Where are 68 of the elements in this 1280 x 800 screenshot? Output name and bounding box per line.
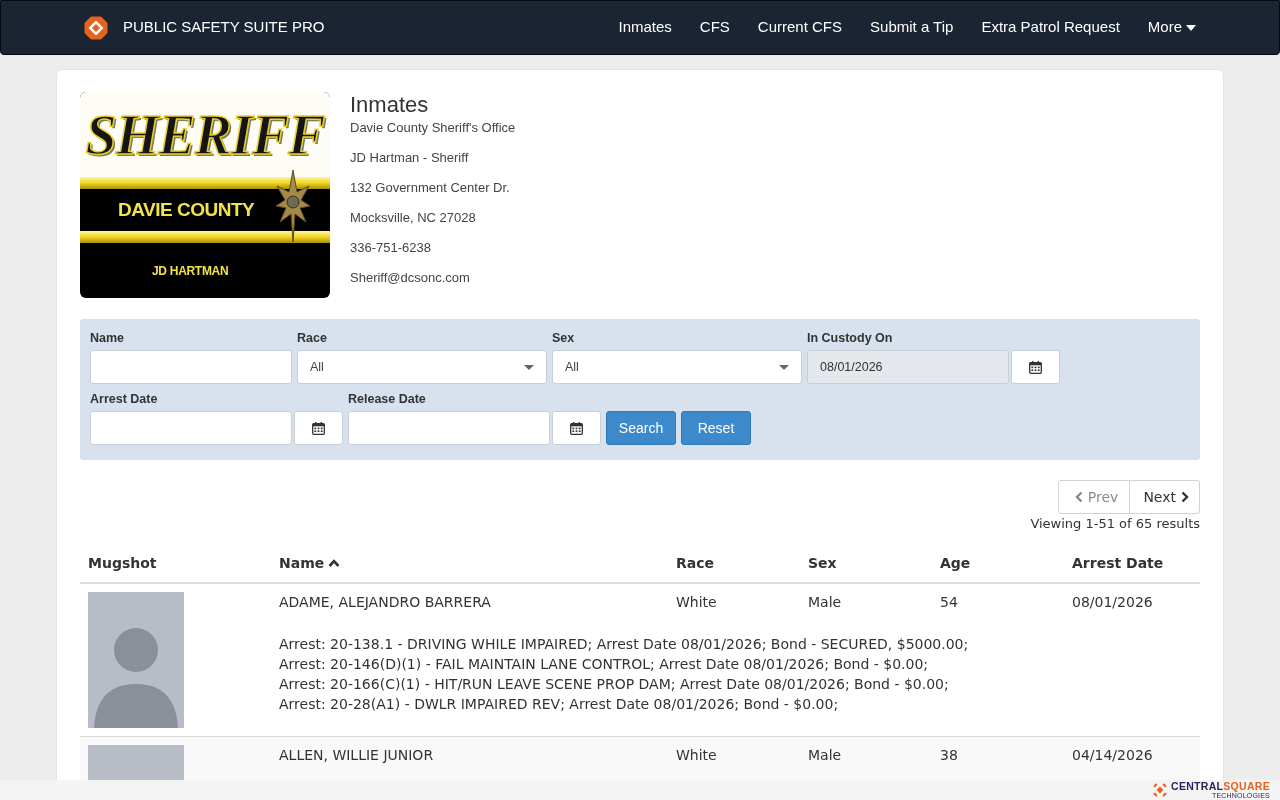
date-field[interactable]: 08/01/2026: [807, 350, 1009, 384]
select-field[interactable]: All: [297, 350, 547, 384]
field-label: Name: [90, 330, 126, 346]
arrest-charge-text: Arrest: 20-166(C)(1) - HIT/RUN LEAVE SCENE PROP DAM; Arrest Date 08/01/2026; Bond - $0.00;: [279, 675, 950, 694]
dropdown-caret-icon: [524, 364, 534, 370]
arrest-charge-text: Arrest: 20-28(A1) - DWLR IMPAIRED REV; Arrest Date 08/01/2026; Bond - $0.00;: [279, 695, 840, 714]
calendar-button[interactable]: [294, 411, 343, 445]
nav-link[interactable]: Extra Patrol Request: [967, 16, 1134, 39]
date-field[interactable]: [348, 411, 550, 445]
select-field[interactable]: All: [552, 350, 802, 384]
calendar-icon: [570, 421, 583, 435]
arrest-date-text: 08/01/2026: [1072, 594, 1153, 610]
action-button[interactable]: Search: [606, 411, 676, 445]
date-field[interactable]: [90, 411, 292, 445]
next-page-button[interactable]: Next: [1130, 480, 1200, 514]
dropdown-caret-icon: [779, 364, 789, 370]
agency-detail-text: Sheriff@dcsonc.com: [350, 269, 471, 287]
caret-down-icon: [1186, 24, 1196, 31]
arrest-charge-text: Arrest: 20-138.1 - DRIVING WHILE IMPAIRED; Arrest Date 08/01/2026; Bond - SECURED, $5000.00;: [279, 635, 970, 654]
page-heading: Inmates: [350, 92, 430, 118]
chevron-right-icon: [1181, 491, 1189, 503]
column-header[interactable]: Age: [940, 552, 971, 574]
calendar-icon: [312, 421, 325, 435]
field-label: Sex: [552, 330, 576, 346]
race-text: White: [676, 747, 717, 763]
agency-detail-text: 132 Government Center Dr.: [350, 179, 511, 197]
agency-detail-text: 336-751-6238: [350, 239, 432, 257]
inmate-name: ALLEN, WILLIE JUNIOR: [279, 747, 434, 763]
arrest-date-text: 04/14/2026: [1072, 747, 1153, 763]
field-label: Arrest Date: [90, 391, 159, 407]
column-header[interactable]: Arrest Date: [1072, 552, 1164, 574]
age-text: 54: [940, 594, 958, 610]
calendar-button[interactable]: [1011, 350, 1060, 384]
company-wordmark: CENTRALSQUARE: [1171, 781, 1270, 792]
sex-text: Male: [808, 594, 842, 610]
column-header[interactable]: Race: [676, 552, 715, 574]
results-summary: Viewing 1-51 of 65 results: [1030, 516, 1200, 532]
agency-detail-text: JD Hartman - Sheriff: [350, 149, 470, 167]
logo-title-text: SHERIFF: [85, 106, 325, 163]
column-header[interactable]: Mugshot: [88, 552, 157, 574]
field-label: Race: [297, 330, 328, 346]
sex-text: Male: [808, 747, 842, 763]
nav-link[interactable]: Submit a Tip: [856, 16, 968, 39]
column-header[interactable]: Name: [279, 552, 341, 574]
arrest-charge-text: Arrest: 20-146(D)(1) - FAIL MAINTAIN LANE CONTROL; Arrest Date 08/01/2026; Bond - $0.00;: [279, 655, 930, 674]
nav-dropdown-toggle[interactable]: More: [1133, 16, 1196, 39]
company-logo-icon: [1153, 783, 1167, 797]
nav-link[interactable]: CFS: [685, 16, 744, 39]
column-header[interactable]: Sex: [808, 552, 837, 574]
chevron-left-icon: [1074, 491, 1083, 503]
agency-detail-text: Davie County Sheriff's Office: [350, 119, 516, 137]
inmate-name: ADAME, ALEJANDRO BARRERA: [279, 594, 491, 610]
agency-detail-text: Mocksville, NC 27028: [350, 209, 477, 227]
nav-link[interactable]: Current CFS: [743, 16, 857, 39]
calendar-button[interactable]: [552, 411, 601, 445]
action-button[interactable]: Reset: [681, 411, 751, 445]
field-label: Release Date: [348, 391, 427, 407]
field-label: In Custody On: [807, 330, 894, 346]
brand-logo-icon: [84, 15, 108, 40]
star-badge-icon: [276, 170, 310, 242]
calendar-icon: [1029, 360, 1042, 374]
brand-link[interactable]: PUBLIC SAFETY SUITE PRO: [84, 15, 325, 40]
age-text: 38: [940, 747, 958, 763]
nav-link[interactable]: Inmates: [604, 16, 686, 39]
logo-county-text: DAVIE COUNTY: [118, 197, 255, 222]
logo-sheriff-name: JD HARTMAN: [152, 262, 229, 280]
text-input-field[interactable]: [90, 350, 292, 384]
race-text: White: [676, 594, 717, 610]
